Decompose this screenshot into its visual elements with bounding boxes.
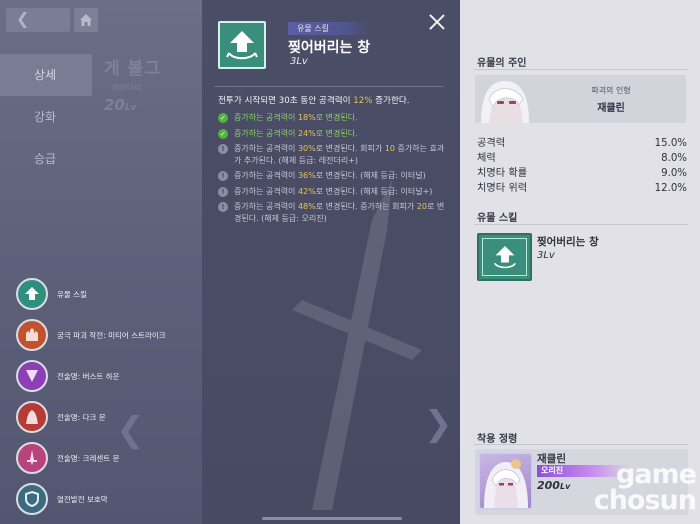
effect-list: ✓ 증가하는 공격력이 18%로 변경된다. ✓ 증가하는 공격력이 24%로 …	[218, 112, 448, 228]
skill-type-tag: 유물 스킬	[288, 22, 370, 35]
skill-level: 3Lv	[290, 56, 308, 67]
owner-name: 재클린	[597, 103, 625, 114]
back-button[interactable]: ❮	[6, 8, 70, 32]
watermark-logo: game chosun	[593, 459, 697, 516]
up-arrow-icon	[218, 21, 266, 69]
castle-icon	[16, 319, 48, 351]
skill-list-label: 궁극 파괴 작전: 미티어 스트라이크	[57, 330, 166, 340]
artifact-info-panel: 유물의 주인 파괴의 인형 재클린 공격력 15.0% 체력 8.0% 치명타 확률…	[460, 0, 700, 524]
skill-list-item[interactable]: 전술명: 버스트 하운	[16, 356, 166, 396]
up-arrow-icon	[482, 238, 527, 276]
spear-decoration-icon	[292, 180, 422, 510]
effect-item: ! 증가하는 공격력이 36%로 변경된다. (해제 등급: 이터널)	[218, 170, 448, 182]
stat-row: 치명타 확률 9.0%	[477, 168, 687, 179]
stat-row: 체력 8.0%	[477, 153, 687, 164]
exclamation-icon: !	[218, 202, 228, 212]
skill-list-item[interactable]: 궁극 파괴 작전: 미티어 스트라이크	[16, 315, 166, 355]
artifact-skill-button[interactable]	[477, 233, 532, 281]
menu-item-enhance[interactable]: 강화	[0, 96, 92, 138]
chevron-left-icon: ❮	[16, 9, 30, 28]
skill-name: 찢어버리는 창	[288, 40, 371, 56]
blade-icon	[16, 442, 48, 474]
equipped-name: 재클린	[537, 453, 566, 465]
burst-icon	[16, 360, 48, 392]
side-menu: 상세 강화 승급	[0, 54, 92, 180]
artifact-title: 게 볼그	[104, 59, 161, 79]
skill-list-item[interactable]: 전술명: 다크 문	[16, 397, 166, 437]
skill-list-item[interactable]: 열전발전 보호막	[16, 479, 166, 519]
exclamation-icon: !	[218, 171, 228, 181]
artifact-level: 20Lv	[104, 96, 137, 114]
exclamation-icon: !	[218, 144, 228, 154]
artifact-skill-section-title: 유물 스킬	[477, 213, 518, 224]
divider	[474, 69, 688, 70]
diamond-decoration-icon: ❯	[424, 404, 453, 444]
owner-portrait	[475, 75, 533, 123]
effect-item: ! 증가하는 공격력이 42%로 변경된다. (해제 등급: 이터널+)	[218, 186, 448, 198]
skill-description: 전투가 시작되면 30초 동안 공격력이 12% 증가한다.	[218, 96, 410, 106]
hood-icon	[16, 401, 48, 433]
owner-label: 파괴의 인형	[591, 86, 631, 95]
stat-row: 공격력 15.0%	[477, 138, 687, 149]
shield-icon	[16, 483, 48, 515]
home-button[interactable]	[74, 8, 98, 32]
skill-list-label: 유물 스킬	[57, 289, 87, 299]
check-icon: ✓	[218, 128, 228, 139]
skill-detail-panel: 유물 스킬 찢어버리는 창 3Lv 전투가 시작되면 30초 동안 공격력이 1…	[202, 0, 460, 524]
up-arrow-icon	[16, 278, 48, 310]
equipped-section-title: 착용 정령	[477, 434, 518, 445]
skill-list-label: 전술명: 크레센트 문	[57, 453, 120, 463]
effect-item: ✓ 증가하는 공격력이 18%로 변경된다.	[218, 112, 448, 124]
effect-item: ! 증가하는 공격력이 30%로 변경된다. 회피가 10 증가하는 효과가 추…	[218, 143, 448, 166]
effect-item: ! 증가하는 공격력이 48%로 변경된다. 증가하는 회피가 20로 변경된다…	[218, 201, 448, 224]
skill-list: 유물 스킬 궁극 파괴 작전: 미티어 스트라이크 전술명: 버스트 하운 전술…	[16, 274, 166, 520]
stat-row: 치명타 위력 12.0%	[477, 183, 687, 194]
equipped-level: 200Lv	[537, 479, 571, 492]
menu-item-promote[interactable]: 승급	[0, 138, 92, 180]
effect-item: ✓ 증가하는 공격력이 24%로 변경된다.	[218, 128, 448, 140]
stat-list: 공격력 15.0% 체력 8.0% 치명타 확률 9.0% 치명타 위력 12.0%	[477, 136, 687, 196]
check-icon: ✓	[218, 113, 228, 123]
artifact-skill-level: 3Lv	[537, 250, 555, 261]
home-icon	[80, 14, 92, 26]
skill-list-label: 전술명: 버스트 하운	[57, 371, 120, 381]
menu-item-detail[interactable]: 상세	[0, 54, 92, 96]
divider	[474, 224, 688, 225]
artifact-grade: 레전더리	[112, 83, 142, 92]
exclamation-icon: !	[218, 186, 228, 197]
skill-list-label: 열전발전 보호막	[57, 494, 108, 504]
scrollbar[interactable]	[262, 517, 402, 520]
divider	[214, 86, 444, 87]
owner-section-title: 유물의 주인	[477, 58, 527, 69]
divider	[474, 444, 688, 445]
close-button[interactable]	[428, 13, 446, 31]
skill-list-item[interactable]: 전술명: 크레센트 문	[16, 438, 166, 478]
skill-list-label: 전술명: 다크 문	[57, 412, 106, 422]
artifact-skill-name: 찢어버리는 창	[537, 236, 599, 248]
equipped-portrait[interactable]	[478, 452, 533, 510]
skill-list-item[interactable]: 유물 스킬	[16, 274, 166, 314]
